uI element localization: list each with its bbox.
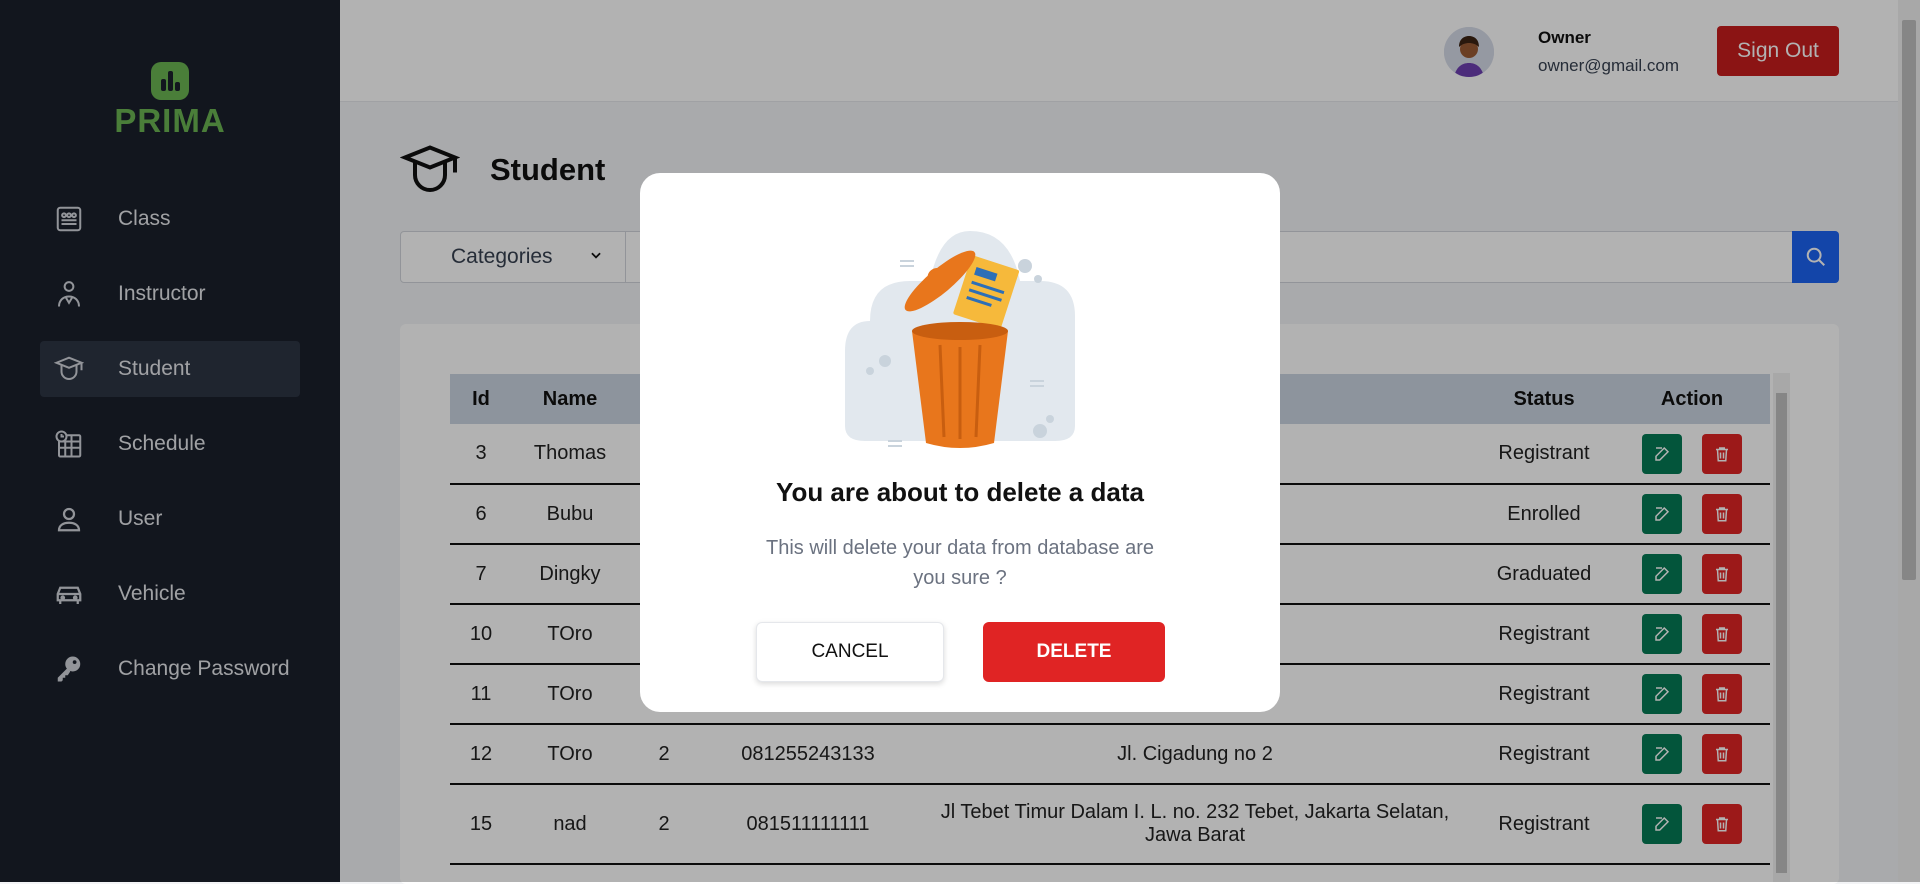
trash-illustration-icon xyxy=(840,221,1080,451)
delete-confirm-dialog: You are about to delete a data This will… xyxy=(640,173,1280,712)
dialog-message: This will delete your data from database… xyxy=(766,537,1154,589)
cancel-button[interactable]: CANCEL xyxy=(756,622,944,682)
confirm-delete-button[interactable]: DELETE xyxy=(983,622,1165,682)
dialog-title: You are about to delete a data xyxy=(776,477,1144,507)
